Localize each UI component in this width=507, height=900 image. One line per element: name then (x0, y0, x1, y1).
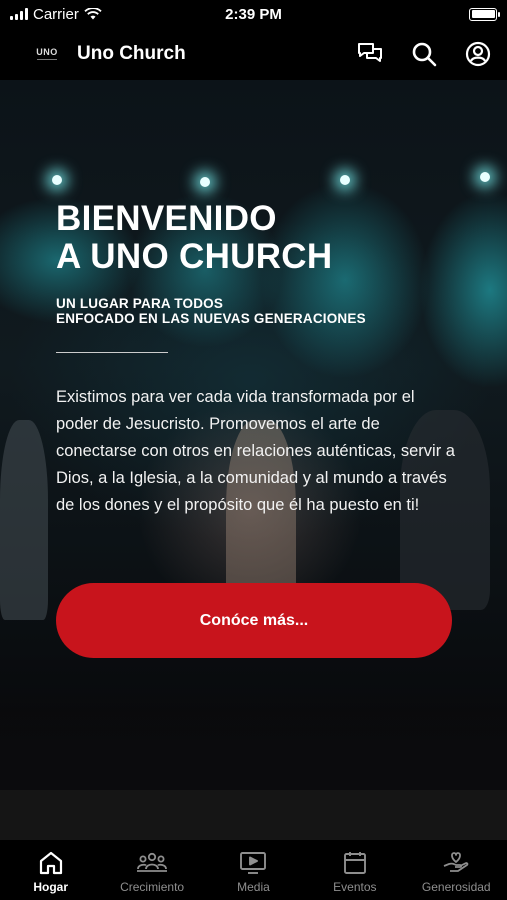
home-icon (39, 851, 62, 875)
carrier-label: Carrier (33, 5, 79, 23)
tab-label: Hogar (33, 880, 69, 894)
hero-fade (0, 680, 507, 790)
hero-banner: BIENVENIDO A UNO CHURCH UN LUGAR PARA TO… (0, 80, 507, 790)
tv-icon (240, 852, 267, 874)
profile-icon[interactable] (465, 41, 491, 67)
chat-icon[interactable] (357, 42, 383, 66)
hero-title-line2: A UNO CHURCH (56, 237, 333, 276)
header-actions (357, 41, 491, 67)
learn-more-button[interactable]: Conóce más... (56, 583, 452, 658)
stage-light (52, 175, 62, 185)
tab-hogar[interactable]: Hogar (0, 850, 101, 894)
tab-eventos[interactable]: Eventos (304, 850, 405, 894)
hero-description: Existimos para ver cada vida transformad… (56, 388, 455, 514)
signal-icon (10, 8, 28, 20)
tab-label: Eventos (333, 880, 377, 894)
search-icon[interactable] (411, 41, 437, 67)
status-bar: Carrier 2:39 PM (0, 0, 507, 28)
tab-generosidad[interactable]: Generosidad (406, 850, 507, 894)
stage-light (340, 175, 350, 185)
hand-heart-icon (443, 852, 469, 872)
hero-subtitle-line1: UN LUGAR PARA TODOS (56, 296, 224, 311)
hero-title: BIENVENIDO A UNO CHURCH (56, 200, 332, 276)
church-logo[interactable]: UNO (34, 46, 60, 62)
group-icon (137, 852, 168, 872)
stage-light (200, 177, 210, 187)
wifi-icon (84, 8, 102, 20)
hero-subtitle: UN LUGAR PARA TODOS ENFOCADO EN LAS NUEV… (56, 296, 366, 326)
battery-fill (471, 10, 495, 18)
logo-text: UNO (36, 47, 58, 57)
tab-label: Crecimiento (120, 880, 185, 894)
hero-subtitle-line2: ENFOCADO EN LAS NUEVAS GENERACIONES (56, 311, 366, 326)
bottom-tab-bar: Hogar Crecimiento Media Eventos Generosi… (0, 840, 507, 900)
hero-divider (56, 352, 168, 353)
hero-title-line1: BIENVENIDO (56, 199, 277, 238)
logo-underline (37, 59, 57, 60)
content-divider-strip (0, 790, 507, 840)
status-left: Carrier (10, 6, 102, 23)
calendar-icon (343, 852, 366, 874)
tab-media[interactable]: Media (203, 850, 304, 894)
app-header: UNO Uno Church (0, 28, 507, 80)
performer-silhouette (0, 420, 48, 620)
stage-light (480, 172, 490, 182)
tab-label: Generosidad (421, 880, 491, 894)
battery-icon (469, 7, 500, 21)
tab-label: Media (237, 880, 270, 894)
app-title: Uno Church (77, 43, 186, 64)
tab-crecimiento[interactable]: Crecimiento (102, 850, 203, 894)
